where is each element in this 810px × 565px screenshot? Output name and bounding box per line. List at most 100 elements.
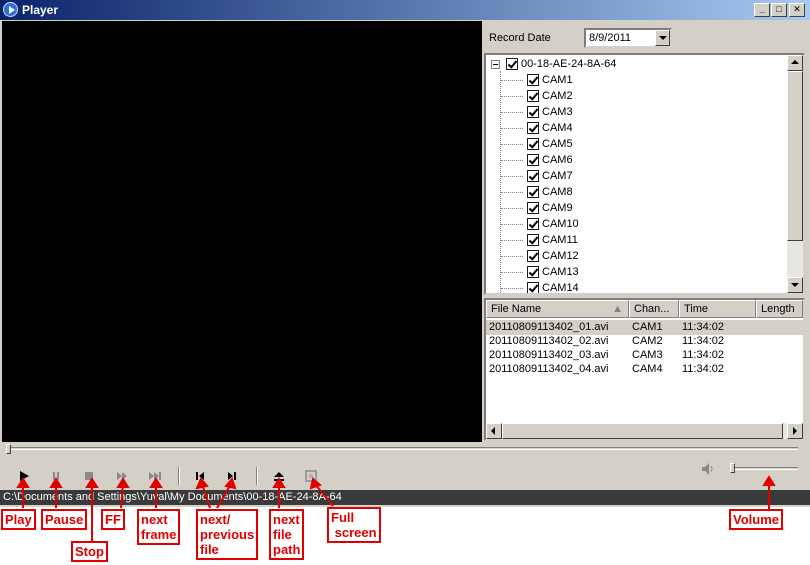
tree-connector: [501, 192, 523, 193]
sort-arrow-icon: ▲: [612, 303, 623, 315]
tree-connector: [501, 176, 523, 177]
tree-item-cam8[interactable]: CAM8: [527, 184, 573, 200]
previous-file-icon[interactable]: [191, 467, 209, 485]
checkbox-cam9[interactable]: [527, 202, 539, 214]
checkbox-cam3[interactable]: [527, 106, 539, 118]
pause-icon[interactable]: [47, 467, 65, 485]
cell-channel: CAM4: [632, 363, 663, 375]
cell-time: 11:34:02: [682, 363, 725, 375]
checkbox-root[interactable]: [506, 58, 518, 70]
annotation-ff: FF: [101, 509, 125, 530]
next-file-icon[interactable]: [223, 467, 241, 485]
volume-slider[interactable]: [730, 467, 798, 470]
cell-channel: CAM2: [632, 335, 663, 347]
volume-thumb[interactable]: [730, 463, 735, 473]
scroll-left-icon[interactable]: [486, 423, 502, 439]
stop-icon[interactable]: [80, 467, 98, 485]
file-list[interactable]: File Name ▲ Chan... Time Length 20110809…: [484, 298, 805, 441]
checkbox-cam6[interactable]: [527, 154, 539, 166]
column-file-name[interactable]: File Name ▲: [486, 300, 629, 318]
checkbox-cam10[interactable]: [527, 218, 539, 230]
tree-item-label: CAM12: [542, 250, 579, 262]
tree-connector: [501, 160, 523, 161]
play-icon[interactable]: [15, 467, 33, 485]
seek-bar[interactable]: [6, 447, 798, 450]
tree-item-cam5[interactable]: CAM5: [527, 136, 573, 152]
toolbar-separator: [178, 467, 180, 485]
tree-item-label: CAM14: [542, 282, 579, 294]
tree-item-cam2[interactable]: CAM2: [527, 88, 573, 104]
collapse-icon[interactable]: [491, 59, 500, 69]
table-row[interactable]: 20110809113402_03.avi CAM3 11:34:02: [486, 348, 803, 363]
tree-vertical-scrollbar[interactable]: [787, 55, 803, 293]
tree-item-cam12[interactable]: CAM12: [527, 248, 579, 264]
maximize-button[interactable]: □: [771, 3, 787, 17]
tree-item-cam9[interactable]: CAM9: [527, 200, 573, 216]
close-button[interactable]: ✕: [789, 3, 805, 17]
table-row[interactable]: 20110809113402_04.avi CAM4 11:34:02: [486, 362, 803, 377]
tree-connector: [501, 128, 523, 129]
checkbox-cam2[interactable]: [527, 90, 539, 102]
camera-tree[interactable]: 00-18-AE-24-8A-64 CAM1 CAM2 CAM3 CAM4 CAM5 CA…: [484, 53, 805, 295]
fast-forward-icon[interactable]: [113, 467, 131, 485]
tree-item-cam4[interactable]: CAM4: [527, 120, 573, 136]
player-app-icon: [3, 2, 18, 17]
checkbox-cam1[interactable]: [527, 74, 539, 86]
video-display[interactable]: [2, 21, 482, 442]
tree-item-cam6[interactable]: CAM6: [527, 152, 573, 168]
next-frame-icon[interactable]: [146, 467, 164, 485]
tree-item-label: CAM5: [542, 138, 573, 150]
speaker-icon[interactable]: [700, 461, 716, 477]
checkbox-cam11[interactable]: [527, 234, 539, 246]
tree-root[interactable]: 00-18-AE-24-8A-64: [491, 56, 616, 72]
annotation-pause: Pause: [41, 509, 88, 530]
checkbox-cam5[interactable]: [527, 138, 539, 150]
checkbox-cam7[interactable]: [527, 170, 539, 182]
tree-item-cam3[interactable]: CAM3: [527, 104, 573, 120]
annotation-stop: Stop: [71, 541, 108, 562]
tree-item-cam14[interactable]: CAM14: [527, 280, 579, 294]
cell-time: 11:34:02: [682, 321, 725, 333]
scroll-thumb[interactable]: [787, 71, 803, 241]
file-list-horizontal-scrollbar[interactable]: [486, 423, 803, 439]
tree-item-label: CAM9: [542, 202, 573, 214]
tree-item-cam7[interactable]: CAM7: [527, 168, 573, 184]
tree-item-cam11[interactable]: CAM11: [527, 232, 578, 248]
cell-file: 20110809113402_03.avi: [489, 349, 609, 361]
table-row[interactable]: 20110809113402_01.avi CAM1 11:34:02: [486, 320, 803, 335]
full-screen-icon[interactable]: [302, 467, 320, 485]
tree-connector: [501, 96, 523, 97]
scroll-thumb[interactable]: [502, 423, 783, 439]
tree-item-label: CAM4: [542, 122, 573, 134]
tree-connector: [501, 256, 523, 257]
column-channel[interactable]: Chan...: [629, 300, 679, 318]
seek-thumb[interactable]: [6, 444, 11, 454]
column-time[interactable]: Time: [679, 300, 756, 318]
scroll-right-icon[interactable]: [787, 423, 803, 439]
checkbox-cam4[interactable]: [527, 122, 539, 134]
checkbox-cam12[interactable]: [527, 250, 539, 262]
player-window: Player _ □ ✕ Record Date 8/9/2011 00-18-…: [0, 0, 810, 507]
tree-item-cam1[interactable]: CAM1: [527, 72, 573, 88]
checkbox-cam13[interactable]: [527, 266, 539, 278]
column-length[interactable]: Length: [756, 300, 803, 318]
scroll-down-icon[interactable]: [787, 277, 803, 293]
annotation-next-frame: next frame: [137, 509, 181, 545]
tree-item-label: CAM6: [542, 154, 573, 166]
tree-connector: [500, 71, 501, 293]
tree-item-cam10[interactable]: CAM10: [527, 216, 579, 232]
tree-connector: [501, 208, 523, 209]
table-row[interactable]: 20110809113402_02.avi CAM2 11:34:02: [486, 334, 803, 349]
checkbox-cam8[interactable]: [527, 186, 539, 198]
record-date-select[interactable]: 8/9/2011: [584, 28, 672, 48]
checkbox-cam14[interactable]: [527, 282, 539, 293]
tree-item-cam13[interactable]: CAM13: [527, 264, 579, 280]
minimize-button[interactable]: _: [754, 3, 770, 17]
tree-item-label: CAM8: [542, 186, 573, 198]
toolbar-separator: [256, 467, 258, 485]
scroll-up-icon[interactable]: [787, 55, 803, 71]
chevron-down-icon[interactable]: [655, 30, 670, 46]
title-bar[interactable]: Player _ □ ✕: [0, 0, 810, 20]
record-date-value: 8/9/2011: [589, 32, 632, 44]
eject-icon[interactable]: [270, 467, 288, 485]
